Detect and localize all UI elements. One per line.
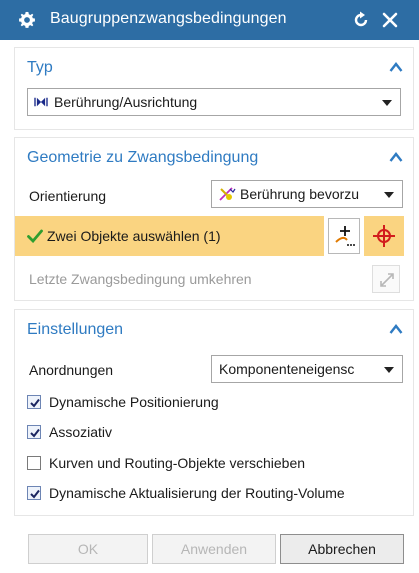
- section-geometrie: Geometrie zu Zwangsbedingung Orientierun…: [14, 137, 414, 301]
- section-typ: Typ Berührung/Ausrichtung: [14, 47, 414, 130]
- section-geometrie-title: Geometrie zu Zwangsbedingung: [27, 149, 259, 166]
- dynamic-positioning-label: Dynamische Positionierung: [49, 394, 219, 410]
- section-einstellungen-title: Einstellungen: [27, 321, 124, 338]
- add-object-button[interactable]: [328, 218, 360, 254]
- close-icon[interactable]: [380, 10, 400, 30]
- arrangements-select[interactable]: Komponenteneigensc: [211, 355, 403, 383]
- chevron-down-icon: [384, 367, 394, 373]
- checkbox-row[interactable]: Assoziativ: [27, 423, 407, 443]
- arrangements-select-value: Komponenteneigensc: [219, 361, 355, 377]
- section-typ-header[interactable]: Typ: [15, 48, 413, 88]
- associative-checkbox[interactable]: [27, 425, 41, 439]
- crosshair-button[interactable]: [364, 216, 404, 256]
- orientation-select[interactable]: Berührung bevorzu: [211, 180, 403, 208]
- select-objects-label: Zwei Objekte auswählen (1): [47, 228, 221, 244]
- gear-icon: [19, 11, 35, 28]
- reverse-constraint-button[interactable]: [372, 265, 400, 293]
- apply-button[interactable]: Anwenden: [152, 534, 276, 564]
- crosshair-icon: [373, 225, 395, 247]
- title-bar: Baugruppenzwangsbedingungen: [0, 0, 419, 40]
- checkmark-icon: [27, 229, 43, 243]
- chevron-up-icon[interactable]: [389, 61, 403, 73]
- type-select[interactable]: Berührung/Ausrichtung: [27, 88, 401, 116]
- associative-label: Assoziativ: [49, 424, 113, 440]
- section-einstellungen-header[interactable]: Einstellungen: [15, 310, 413, 350]
- chevron-up-icon[interactable]: [389, 323, 403, 335]
- chevron-up-icon[interactable]: [389, 151, 403, 163]
- checkbox-row[interactable]: Dynamische Positionierung: [27, 393, 407, 413]
- move-curves-routing-label: Kurven und Routing-Objekte verschieben: [49, 455, 306, 471]
- select-objects-row[interactable]: Zwei Objekte auswählen (1): [15, 216, 324, 256]
- section-geometrie-header[interactable]: Geometrie zu Zwangsbedingung: [15, 138, 413, 178]
- reverse-icon: [380, 273, 394, 287]
- ok-button[interactable]: OK: [28, 534, 148, 564]
- checkbox-row[interactable]: Kurven und Routing-Objekte verschieben: [27, 454, 407, 474]
- orientation-label: Orientierung: [29, 188, 107, 204]
- cancel-button[interactable]: Abbrechen: [280, 534, 404, 564]
- chevron-down-icon: [384, 192, 394, 198]
- reset-icon[interactable]: [351, 10, 371, 30]
- dynamic-positioning-checkbox[interactable]: [27, 395, 41, 409]
- type-select-value: Berührung/Ausrichtung: [54, 94, 198, 110]
- dialog-title: Baugruppenzwangsbedingungen: [50, 10, 287, 27]
- dynamic-routing-update-label: Dynamische Aktualisierung der Routing-Vo…: [49, 485, 345, 501]
- move-curves-routing-checkbox[interactable]: [27, 456, 41, 470]
- section-einstellungen: Einstellungen Anordnungen Komponenteneig…: [14, 309, 414, 516]
- section-typ-title: Typ: [27, 59, 53, 76]
- add-object-icon: [335, 226, 355, 246]
- chevron-down-icon: [382, 100, 392, 106]
- orientation-select-value: Berührung bevorzu: [240, 186, 360, 202]
- prefer-touch-icon: [219, 187, 236, 201]
- touch-align-icon: [34, 97, 48, 107]
- reverse-constraint-label: Letzte Zwangsbedingung umkehren: [29, 271, 252, 287]
- arrangements-label: Anordnungen: [29, 362, 114, 378]
- checkbox-row[interactable]: Dynamische Aktualisierung der Routing-Vo…: [27, 484, 411, 504]
- dynamic-routing-update-checkbox[interactable]: [27, 486, 41, 500]
